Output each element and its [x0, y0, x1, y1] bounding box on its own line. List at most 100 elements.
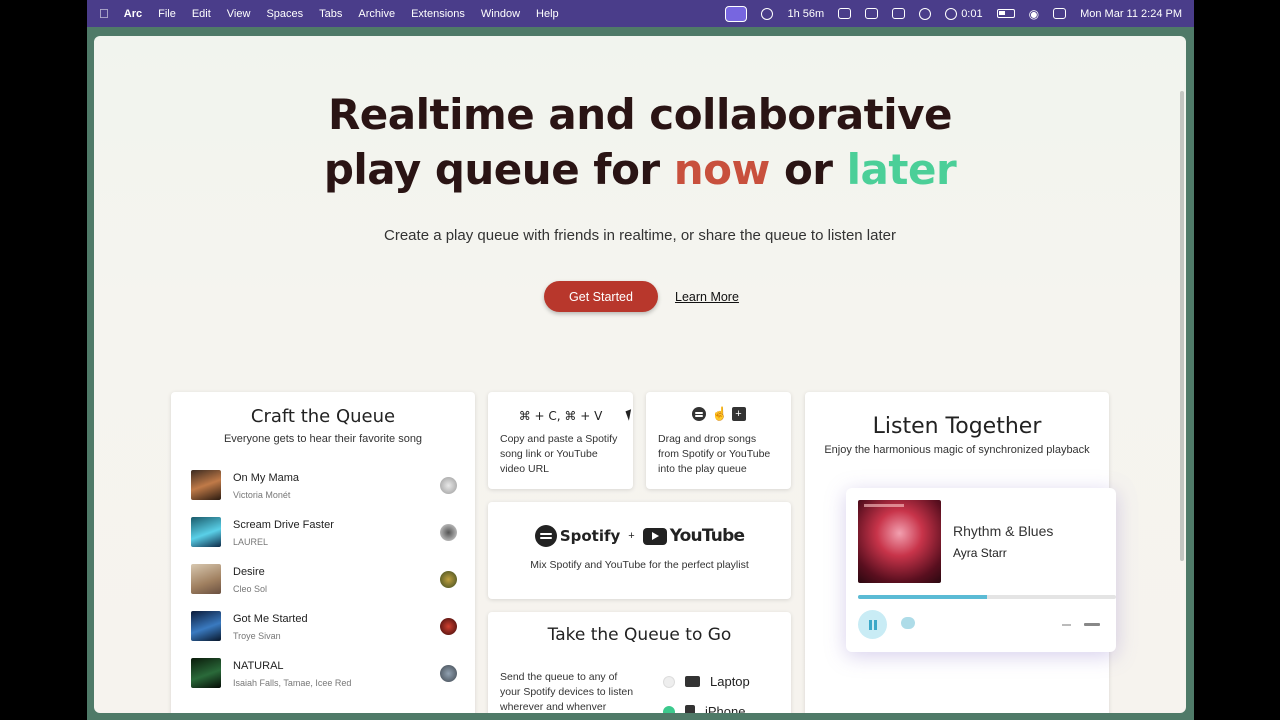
progress-bar[interactable]: [858, 595, 1116, 599]
song-title: Desire: [233, 566, 265, 578]
add-queue-icon: +: [731, 407, 746, 421]
progress-fill: [858, 595, 987, 599]
copy-paste-text: Copy and paste a Spotify song link or Yo…: [500, 433, 618, 475]
record-icon[interactable]: [945, 7, 958, 20]
craft-title: Craft the Queue: [250, 406, 396, 427]
track-title: Rhythm & Blues: [953, 523, 1054, 539]
menu-extensions[interactable]: Extensions: [411, 8, 465, 20]
spotify-logo: Spotify: [534, 525, 620, 547]
laptop-icon: [685, 676, 700, 687]
menu-window[interactable]: Window: [481, 8, 520, 20]
record-time[interactable]: 0:01: [961, 8, 982, 20]
device-iphone[interactable]: iPhone: [663, 704, 745, 713]
avatar: [440, 477, 457, 494]
control-center-icon[interactable]: [1053, 8, 1067, 19]
song-title: Scream Drive Faster: [233, 519, 334, 531]
avatar: [440, 665, 457, 682]
album-cover: [191, 517, 221, 547]
menu-bar:  Arc File Edit View Spaces Tabs Archive…: [87, 0, 1194, 27]
phone-icon: [685, 704, 695, 713]
pause-icon: [868, 619, 872, 630]
menu-help[interactable]: Help: [536, 8, 559, 20]
album-art: [858, 500, 941, 583]
list-item[interactable]: Desire Cleo Sol: [191, 564, 459, 611]
one-password-icon[interactable]: [761, 7, 774, 20]
wifi-icon[interactable]: ◉: [1029, 7, 1039, 21]
hero-subtitle: Create a play queue with friends in real…: [384, 227, 896, 244]
craft-queue-card: Craft the Queue Everyone gets to hear th…: [171, 392, 475, 713]
song-artist: Victoria Monét: [233, 490, 291, 500]
pause-button[interactable]: [858, 610, 887, 639]
song-artist: Cleo Sol: [233, 584, 268, 594]
togo-title: Take the Queue to Go: [547, 625, 732, 645]
device-radio[interactable]: [663, 675, 675, 688]
menu-tabs[interactable]: Tabs: [319, 8, 342, 20]
pause-icon: [873, 619, 877, 630]
device-radio[interactable]: [663, 705, 675, 713]
drag-icon-row: ☝ +: [646, 407, 791, 421]
song-title: On My Mama: [233, 472, 300, 484]
hand-pointer-icon: ☝: [711, 406, 728, 421]
menu-spaces[interactable]: Spaces: [266, 8, 303, 20]
source-logos: Spotify + YouTube: [488, 525, 791, 547]
clock[interactable]: Mon Mar 11 2:24 PM: [1080, 8, 1182, 20]
get-started-button[interactable]: Get Started: [544, 281, 658, 312]
craft-desc: Everyone gets to hear their favorite son…: [223, 433, 423, 445]
volume-low-icon[interactable]: [1062, 624, 1071, 626]
avatar: [440, 524, 457, 541]
chat-bubble-icon[interactable]: [865, 8, 879, 19]
hero-title-line2: play queue for now or later: [94, 145, 1186, 194]
hero-title-line1: Realtime and collaborative: [327, 90, 953, 139]
avatar: [440, 571, 457, 588]
song-list: On My Mama Victoria Monét Scream Drive F…: [191, 470, 459, 705]
tools-icon[interactable]: [892, 8, 906, 19]
menu-archive[interactable]: Archive: [358, 8, 395, 20]
menu-app-name[interactable]: Arc: [124, 8, 142, 20]
youtube-logo: YouTube: [642, 526, 745, 546]
learn-more-link[interactable]: Learn More: [675, 290, 739, 304]
hero-later: later: [846, 145, 957, 194]
menu-file[interactable]: File: [158, 8, 176, 20]
album-cover: [191, 611, 221, 641]
mix-desc: Mix Spotify and YouTube for the perfect …: [530, 559, 749, 571]
spotify-icon: [534, 525, 557, 547]
battery-time[interactable]: 1h 56m: [787, 8, 824, 20]
menu-view[interactable]: View: [227, 8, 251, 20]
listen-desc: Enjoy the harmonious magic of synchroniz…: [824, 444, 1090, 456]
list-item[interactable]: NATURAL Isaiah Falls, Tamae, Icee Red: [191, 658, 459, 705]
menu-edit[interactable]: Edit: [192, 8, 211, 20]
device-laptop[interactable]: Laptop: [663, 674, 750, 689]
web-page: Realtime and collaborative play queue fo…: [94, 36, 1186, 713]
device-label: iPhone: [705, 704, 746, 713]
drag-drop-card: ☝ + Drag and drop songs from Spotify or …: [646, 392, 791, 489]
screen-share-icon[interactable]: [725, 5, 748, 22]
togo-text: Send the queue to any of your Spotify de…: [500, 671, 634, 713]
plus-sign: +: [628, 530, 635, 542]
listen-together-card: Listen Together Enjoy the harmonious mag…: [805, 392, 1116, 713]
list-item[interactable]: Got Me Started Troye Sivan: [191, 611, 459, 658]
battery-icon[interactable]: [996, 9, 1015, 18]
mix-sources-card: Spotify + YouTube Mix Spotify and YouTub…: [488, 502, 791, 599]
song-artist: Troye Sivan: [233, 631, 281, 641]
list-item[interactable]: Scream Drive Faster LAUREL: [191, 517, 459, 564]
album-cover: [191, 470, 221, 500]
song-artist: LAUREL: [233, 537, 269, 547]
chat-icon[interactable]: [901, 617, 915, 629]
youtube-wordmark: YouTube: [669, 526, 745, 546]
copy-paste-card: ⌘ + C, ⌘ + V Copy and paste a Spotify so…: [488, 392, 633, 489]
hero-or: or: [769, 145, 847, 194]
youtube-icon: [642, 527, 667, 545]
music-player: Rhythm & Blues Ayra Starr: [846, 488, 1116, 652]
song-title: Got Me Started: [233, 613, 308, 625]
play-icon[interactable]: [919, 7, 932, 20]
apple-icon[interactable]: : [99, 6, 109, 21]
drag-drop-text: Drag and drop songs from Spotify or YouT…: [658, 433, 771, 475]
track-artist: Ayra Starr: [953, 546, 1007, 560]
spotify-icon: [691, 407, 706, 421]
volume-bar[interactable]: [1084, 623, 1100, 626]
song-title: NATURAL: [233, 660, 284, 672]
song-artist: Isaiah Falls, Tamae, Icee Red: [233, 678, 352, 688]
display-icon[interactable]: [838, 8, 852, 19]
listen-title: Listen Together: [872, 414, 1042, 439]
list-item[interactable]: On My Mama Victoria Monét: [191, 470, 459, 517]
